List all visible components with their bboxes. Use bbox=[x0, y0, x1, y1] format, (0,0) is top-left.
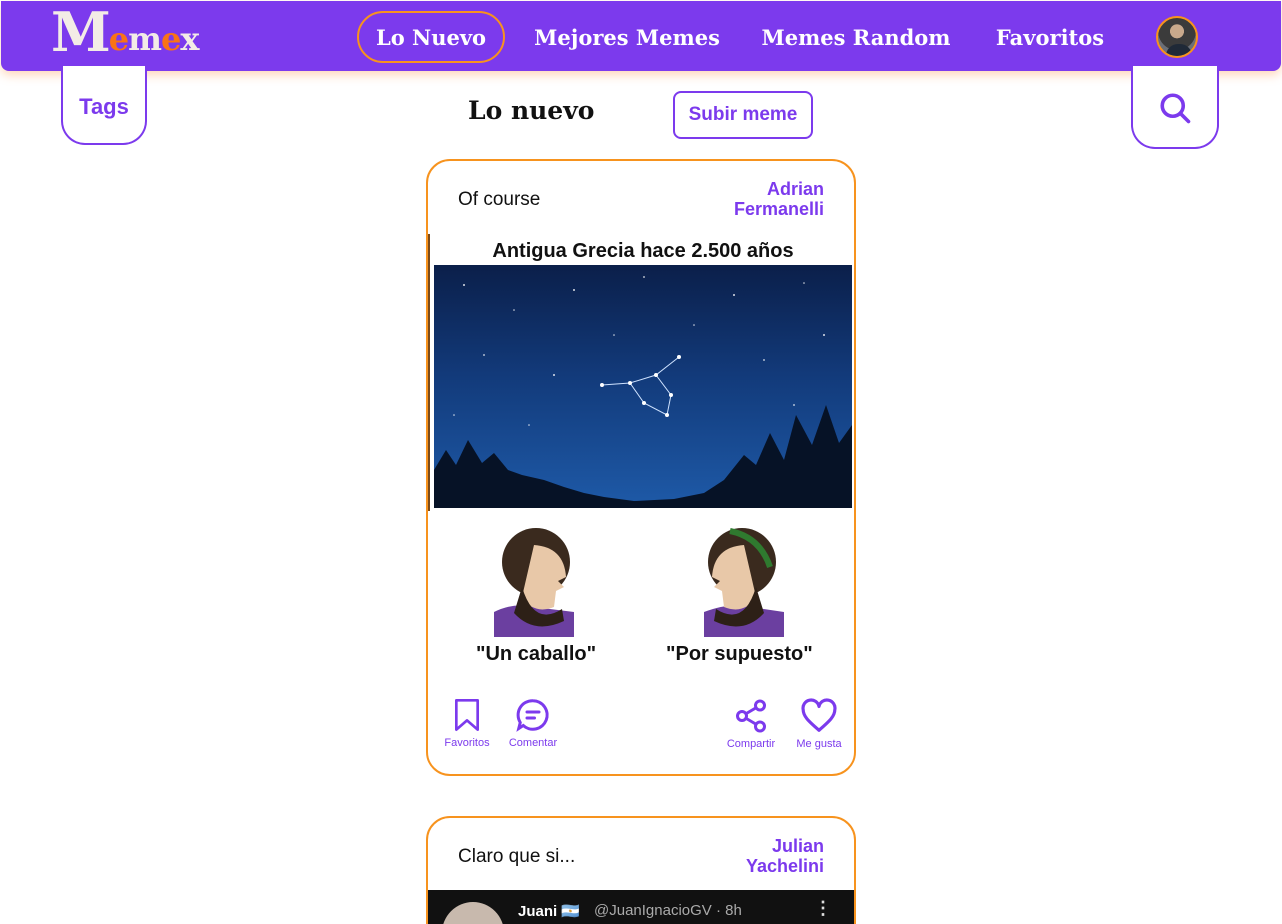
tweet-handle: @JuanIgnacioGV · 8h bbox=[594, 902, 742, 919]
meme-caption: Antigua Grecia hace 2.500 años bbox=[492, 240, 794, 262]
nav-lo-nuevo[interactable]: Lo Nuevo bbox=[357, 11, 505, 63]
meme-image[interactable]: Juani 🇦🇷 @JuanIgnacioGV · 8h ⋮ bbox=[428, 890, 854, 924]
top-navbar: M e m e x Lo Nuevo Mejores Memes Memes R… bbox=[1, 1, 1281, 71]
comment-icon bbox=[516, 699, 549, 732]
heart-icon bbox=[801, 698, 837, 732]
page-title: Lo nuevo bbox=[468, 96, 595, 125]
favorite-label: Favoritos bbox=[444, 737, 490, 749]
more-options-icon: ⋮ bbox=[814, 898, 832, 918]
search-icon bbox=[1160, 92, 1191, 123]
upload-meme-button[interactable]: Subir meme bbox=[673, 91, 813, 139]
greek-head-left bbox=[494, 528, 574, 637]
tweet-avatar bbox=[442, 902, 504, 924]
logo-letter: m bbox=[128, 20, 162, 58]
tags-tab[interactable]: Tags bbox=[61, 66, 147, 145]
share-label: Compartir bbox=[726, 738, 776, 750]
nav-mejores-memes[interactable]: Mejores Memes bbox=[531, 11, 723, 63]
user-avatar[interactable] bbox=[1156, 16, 1198, 58]
meme-author[interactable]: Julian Yachelini bbox=[684, 836, 824, 876]
logo-letter: e bbox=[108, 20, 129, 58]
greek-head-right bbox=[704, 528, 784, 637]
author-first-name: Julian bbox=[771, 836, 824, 856]
app-root: M e m e x Lo Nuevo Mejores Memes Memes R… bbox=[0, 0, 1282, 924]
night-sky-image bbox=[434, 265, 852, 508]
search-button[interactable] bbox=[1131, 66, 1219, 149]
like-button[interactable]: Me gusta bbox=[792, 698, 846, 750]
author-last-name: Yachelini bbox=[745, 856, 824, 876]
logo-letter: x bbox=[180, 20, 199, 58]
memex-logo[interactable]: M e m e x bbox=[51, 0, 199, 64]
logo-letter: M bbox=[51, 0, 111, 64]
meme-actions: Favoritos Comentar Compartir Me gusta bbox=[428, 695, 854, 765]
meme-title: Claro que si... bbox=[458, 846, 576, 867]
share-icon bbox=[736, 699, 766, 733]
logo-letter: e bbox=[161, 20, 181, 58]
meme-title: Of course bbox=[458, 189, 541, 210]
nav-favoritos[interactable]: Favoritos bbox=[989, 11, 1111, 63]
meme-image[interactable]: Antigua Grecia hace 2.500 años "Un cabal… bbox=[428, 234, 854, 674]
comment-label: Comentar bbox=[508, 737, 558, 749]
author-first-name: Adrian bbox=[766, 179, 824, 199]
bookmark-icon bbox=[455, 698, 479, 731]
tweet-author-name: Juani 🇦🇷 bbox=[518, 903, 581, 920]
favorite-button[interactable]: Favoritos bbox=[442, 697, 492, 749]
comment-button[interactable]: Comentar bbox=[505, 697, 561, 749]
author-last-name: Fermanelli bbox=[733, 199, 824, 219]
meme-label-left: "Un caballo" bbox=[476, 643, 597, 665]
nav-memes-random[interactable]: Memes Random bbox=[759, 11, 953, 63]
meme-card: Claro que si... Julian Yachelini Juani 🇦… bbox=[426, 816, 856, 924]
share-button[interactable]: Compartir bbox=[722, 698, 780, 750]
meme-label-right: "Por supuesto" bbox=[666, 643, 813, 665]
like-label: Me gusta bbox=[796, 738, 842, 750]
meme-card: Of course Adrian Fermanelli Antigua Grec… bbox=[426, 159, 856, 776]
meme-author[interactable]: Adrian Fermanelli bbox=[684, 179, 824, 219]
